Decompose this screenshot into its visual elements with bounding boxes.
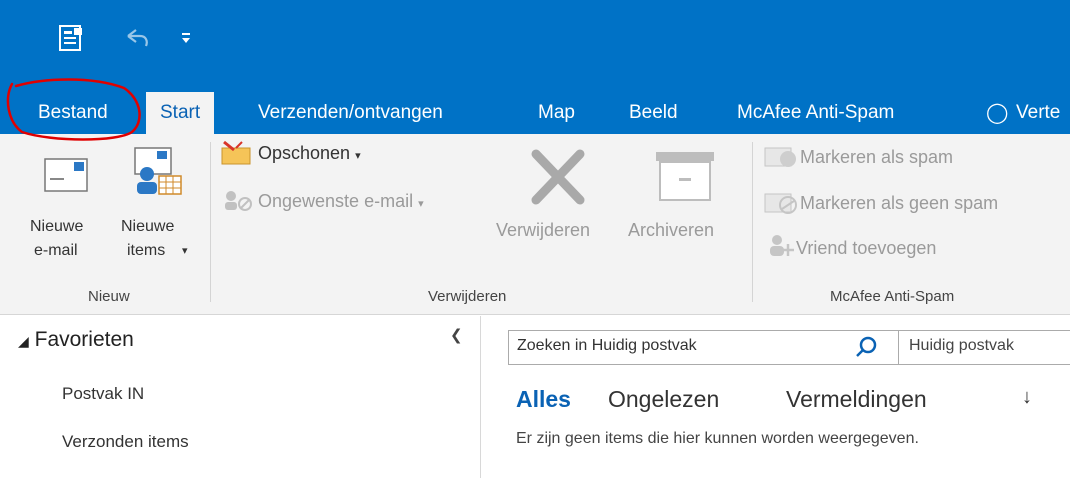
folder-pane: ◢ Favorieten ❮ Postvak IN Verzonden item… [0, 316, 480, 478]
tab-bestand[interactable]: Bestand [38, 92, 108, 134]
spam-icon [764, 146, 798, 173]
chevron-down-icon: ▾ [418, 198, 424, 210]
chevron-down-icon: ▾ [355, 150, 361, 162]
search-placeholder: Zoeken in Huidig postvak [517, 337, 697, 354]
broom-icon [220, 140, 252, 171]
tab-start[interactable]: Start [146, 92, 215, 134]
tab-map[interactable]: Map [538, 92, 575, 134]
mark-not-spam-button[interactable]: Markeren als geen spam [800, 193, 998, 214]
customize-qat-icon[interactable] [180, 30, 192, 51]
collapse-pane-icon[interactable]: ❮ [450, 326, 463, 344]
delete-button[interactable] [496, 140, 624, 278]
opschonen-button[interactable]: Opschonen ▾ [258, 143, 361, 164]
delete-label: Verwijderen [496, 220, 591, 240]
opschonen-label: Opschonen [258, 143, 351, 163]
group-name-mcafee: McAfee Anti-Spam [830, 288, 955, 305]
group-name-nieuw: Nieuw [88, 288, 130, 305]
collapse-triangle-icon: ◢ [18, 333, 29, 349]
mark-spam-button[interactable]: Markeren als spam [800, 147, 953, 168]
favorites-header[interactable]: ◢ Favorieten [18, 328, 134, 352]
filter-ongelezen[interactable]: Ongelezen [608, 386, 719, 413]
filter-alles[interactable]: Alles [516, 386, 571, 413]
archive-button[interactable] [628, 140, 744, 278]
undo-icon[interactable] [124, 28, 150, 53]
filter-vermeldingen[interactable]: Vermeldingen [786, 386, 927, 413]
favorites-title: Favorieten [34, 328, 134, 351]
search-icon[interactable] [855, 335, 879, 364]
search-scope-dropdown[interactable]: Huidig postvak [898, 330, 1070, 365]
new-email-label-1: Nieuwe [30, 218, 84, 235]
folder-item-postvak-in[interactable]: Postvak IN [62, 384, 144, 404]
ribbon: Nieuwe e-mail Nieuwe items ▾ Nieuw Opsch… [0, 134, 1070, 315]
tab-mcafee[interactable]: McAfee Anti-Spam [737, 92, 894, 134]
new-items-label-2: items [127, 242, 166, 259]
chevron-down-icon: ▾ [182, 245, 188, 257]
group-name-verwijderen: Verwijderen [428, 288, 507, 305]
junk-mail-button[interactable]: Ongewenste e-mail ▾ [258, 191, 424, 212]
group-separator [752, 142, 753, 302]
pane-divider [480, 316, 481, 478]
search-input[interactable]: Zoeken in Huidig postvak [508, 330, 900, 365]
add-friend-button[interactable]: Vriend toevoegen [796, 238, 936, 259]
tab-beeld[interactable]: Beeld [629, 92, 678, 134]
lightbulb-icon: ◯ [986, 102, 1009, 124]
sort-arrow-icon[interactable]: ↓ [1022, 386, 1032, 409]
ribbon-tab-bar: Bestand Start Verzenden/ontvangen Map Be… [0, 78, 1070, 134]
junk-mail-label: Ongewenste e-mail [258, 191, 414, 211]
folder-item-verzonden[interactable]: Verzonden items [62, 432, 189, 452]
tab-tell-me[interactable]: Verte [1016, 92, 1060, 134]
search-scope-label: Huidig postvak [909, 337, 1014, 354]
new-email-label-2: e-mail [34, 242, 78, 259]
new-items-label-1: Nieuwe [121, 218, 175, 235]
group-separator [210, 142, 211, 302]
tab-verzenden-ontvangen[interactable]: Verzenden/ontvangen [258, 92, 443, 134]
send-receive-all-icon[interactable] [58, 24, 84, 57]
quick-access-toolbar [0, 0, 1070, 78]
empty-list-message: Er zijn geen items die hier kunnen worde… [516, 430, 919, 447]
archive-label: Archiveren [628, 220, 715, 240]
not-spam-icon [764, 192, 798, 219]
add-friend-icon [766, 234, 796, 263]
junk-mail-icon [222, 190, 254, 217]
